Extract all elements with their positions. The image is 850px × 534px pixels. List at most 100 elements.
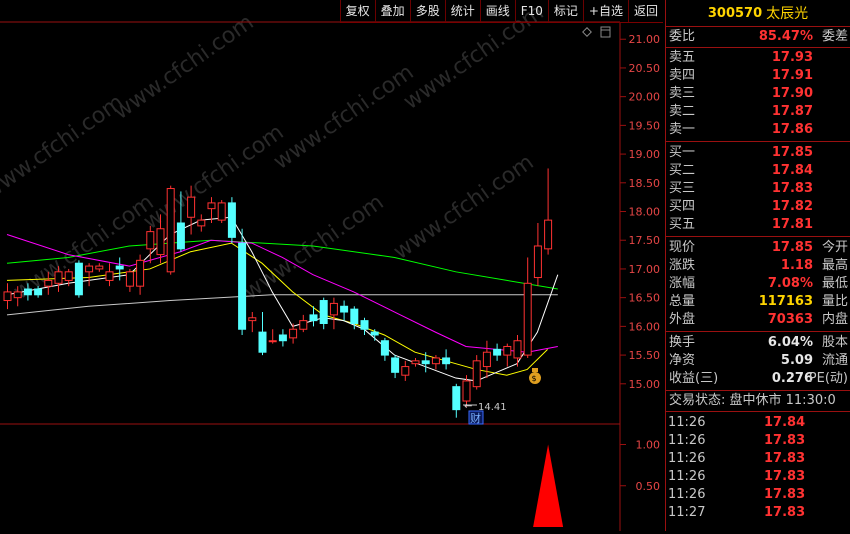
candle-body[interactable] [166,188,175,273]
tick-time: 11:26 [668,415,706,430]
candle-body[interactable] [54,271,63,284]
ma120-line [6,294,558,316]
diamond-icon[interactable] [582,27,592,37]
toolbar-fuquan-button[interactable]: 复权 [339,0,375,22]
money-bag-icon[interactable]: $ [529,368,541,384]
quote-label-right: 量比 [821,294,848,309]
candle-body[interactable] [156,228,165,256]
candle-body[interactable] [248,317,257,322]
buy-row[interactable]: 买四 17.82 [666,198,850,216]
toolbar-back-button[interactable]: 返回 [627,0,663,22]
sell-row[interactable]: 卖五 17.93 [666,49,850,67]
candle-body[interactable] [442,357,451,365]
candle-body[interactable] [401,366,410,376]
candle-body[interactable] [503,345,512,356]
candle-body[interactable] [34,288,43,296]
price-tick-label: 17.50 [629,234,661,247]
candle-body[interactable] [370,331,379,336]
toolbar-overlay-button[interactable]: 叠加 [374,0,410,22]
candle-body[interactable] [523,282,532,356]
candle-body[interactable] [482,351,491,368]
candle-body[interactable] [452,386,461,411]
watermark-text: www.cfchi.com [109,10,258,125]
candle-body[interactable] [289,328,298,339]
candle-body[interactable] [217,202,226,221]
candle-body[interactable] [278,334,287,342]
buy-row[interactable]: 买一 17.85 [666,144,850,162]
candle-body[interactable] [207,202,216,210]
price-tick-label: 16.00 [629,320,661,333]
candle-body[interactable] [544,219,553,250]
candle-body[interactable] [146,231,155,250]
sell-row[interactable]: 卖一 17.86 [666,121,850,139]
buy-book: 买一 17.85 买二 17.84 买三 17.83 买四 17.82 买五 17.81 [666,142,850,237]
candle-body[interactable] [136,259,145,287]
toolbar-add-watchlist-button[interactable]: +自选 [582,0,628,22]
finance-marker[interactable]: 财 [468,410,484,425]
candle-body[interactable] [493,348,502,356]
candle-body[interactable] [258,331,267,353]
tick-list[interactable]: 11:26 17.84 11:26 17.83 11:26 17.83 11:26 17… [666,412,850,522]
candle-body[interactable] [95,265,104,270]
quote-label-right: 今开 [821,240,848,255]
candle-body[interactable] [23,288,32,296]
candle-body[interactable] [309,314,318,322]
candle-body[interactable] [360,320,369,330]
quote-label: 现价 [669,240,696,255]
kline-chart[interactable]: www.cfchi.comwww.cfchi.comwww.cfchi.comw… [0,0,665,531]
candle-body[interactable] [238,242,247,330]
candle-body[interactable] [187,196,196,218]
candle-body[interactable] [472,360,481,388]
candle-body[interactable] [431,357,440,365]
candle-body[interactable] [299,320,308,330]
candle-body[interactable] [64,271,73,281]
toolbar-multi-stock-button[interactable]: 多股 [409,0,445,22]
candle-body[interactable] [380,340,389,356]
candle-body[interactable] [329,302,338,316]
toolbar-mark-button[interactable]: 标记 [547,0,583,22]
quote-row: 换手 6.04% 股本 [666,334,850,352]
candle-body[interactable] [85,265,94,273]
candle-body[interactable] [340,305,349,313]
candle-body[interactable] [513,340,522,359]
tick-row: 11:27 17.83 [666,504,850,522]
candle-body[interactable] [411,360,420,365]
candle-body[interactable] [227,202,236,238]
sell-row[interactable]: 卖三 17.90 [666,85,850,103]
window-icon[interactable] [600,26,611,38]
buy-row[interactable]: 买三 17.83 [666,180,850,198]
kline-chart-area[interactable]: www.cfchi.com www.cfchi.com www.cfchi.com w… [0,0,665,531]
quote-label: 总量 [669,294,696,309]
candle-body[interactable] [74,262,83,296]
tick-row: 11:26 17.83 [666,432,850,450]
candle-body[interactable] [125,271,134,287]
stock-header[interactable]: 300570 太辰光 [666,0,850,27]
candle-body[interactable] [268,340,277,343]
toolbar-stats-button[interactable]: 统计 [444,0,480,22]
candle-body[interactable] [421,360,430,365]
sell-row[interactable]: 卖四 17.91 [666,67,850,85]
toolbar-draw-line-button[interactable]: 画线 [479,0,515,22]
buy-row[interactable]: 买五 17.81 [666,216,850,234]
buy-row[interactable]: 买二 17.84 [666,162,850,180]
buy-price: 17.85 [771,145,813,160]
candle-body[interactable] [197,219,206,227]
quote-label-right: 内盘 [821,312,848,327]
sell-label: 卖三 [669,86,696,101]
candle-body[interactable] [115,265,124,270]
candle-body[interactable] [3,291,12,302]
watermark-text: www.cfchi.com [269,60,418,175]
candle-body[interactable] [533,245,542,279]
weibi-label: 委比 [669,29,696,44]
candle-body[interactable] [391,357,400,373]
toolbar-f10-button[interactable]: F10 [514,0,548,22]
candle-body[interactable] [176,222,185,250]
candle-body[interactable] [105,271,114,281]
candle-body[interactable] [44,279,53,287]
candle-body[interactable] [350,308,359,324]
candle-body[interactable] [462,380,471,402]
candle-body[interactable] [319,300,328,324]
sell-row[interactable]: 卖二 17.87 [666,103,850,121]
candle-body[interactable] [13,291,22,299]
tick-time: 11:26 [668,433,706,448]
